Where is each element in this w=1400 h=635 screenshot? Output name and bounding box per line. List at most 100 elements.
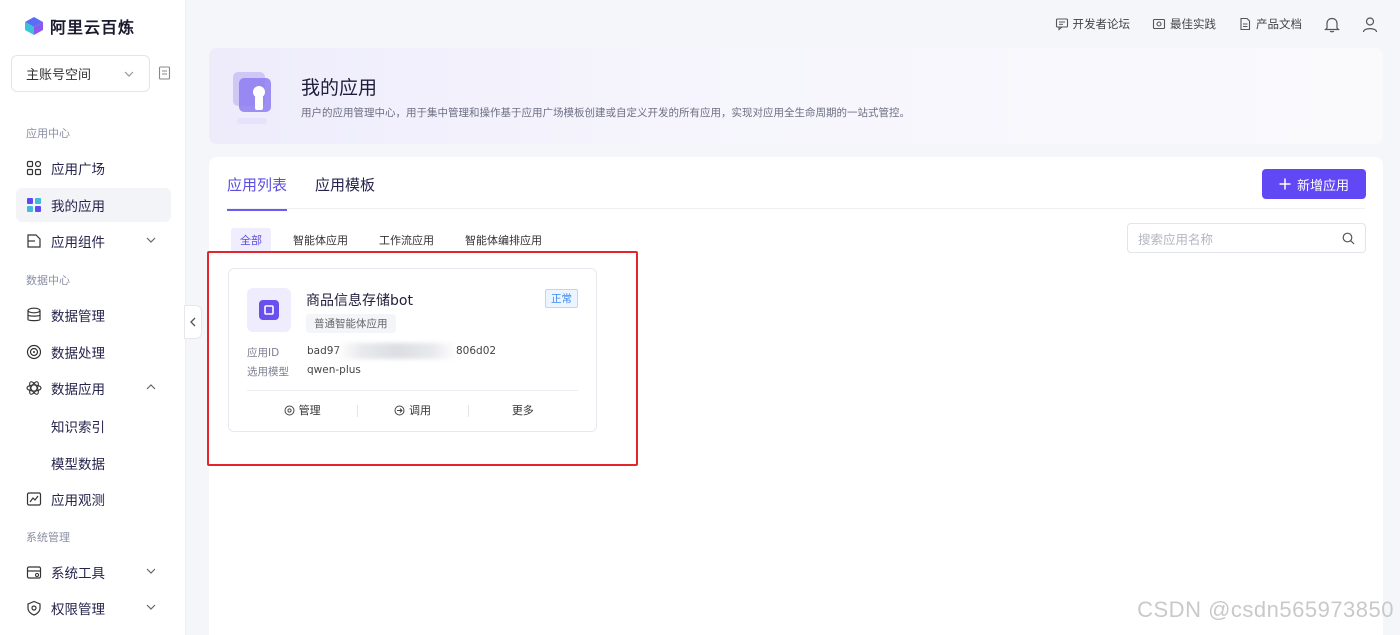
filter-agent-orchestration-apps[interactable]: 智能体编排应用 <box>456 228 551 252</box>
sidebar-collapse-button[interactable] <box>184 305 202 339</box>
new-app-label: 新增应用 <box>1296 178 1349 194</box>
sidebar-item-label: 数据处理 <box>51 346 105 362</box>
database-icon <box>27 307 41 322</box>
workspace-select[interactable]: 主账号空间 <box>11 55 150 92</box>
app-id-label: 应用ID <box>247 347 280 359</box>
chevron-left-icon <box>190 317 196 327</box>
page-header: 我的应用 用户的应用管理中心，用于集中管理和操作基于应用广场模板创建或自定义开发… <box>209 48 1383 144</box>
chevron-down-icon <box>146 237 156 243</box>
section-app-center: 应用中心 <box>26 127 70 140</box>
tab-app-list[interactable]: 应用列表 <box>227 174 288 211</box>
status-badge: 正常 <box>545 289 578 308</box>
filter-agent-apps[interactable]: 智能体应用 <box>284 228 357 252</box>
bailian-logo-icon <box>25 17 43 35</box>
sidebar-item-permissions[interactable]: 权限管理 <box>16 591 171 625</box>
user-icon[interactable] <box>1362 16 1378 33</box>
my-apps-illustration-icon <box>233 72 271 124</box>
toolbox-icon <box>26 566 42 579</box>
app-avatar <box>247 288 291 332</box>
search-input[interactable]: 搜索应用名称 <box>1127 223 1366 253</box>
sidebar-item-data-apps[interactable]: 数据应用 <box>16 371 171 405</box>
sidebar-item-label: 系统工具 <box>51 566 105 582</box>
sidebar-item-label: 数据管理 <box>51 309 105 325</box>
invoke-button[interactable]: 调用 <box>357 402 467 418</box>
model-label: 选用模型 <box>247 366 289 378</box>
more-label: 更多 <box>511 404 534 417</box>
tab-app-templates[interactable]: 应用模板 <box>315 174 375 211</box>
manage-button[interactable]: 管理 <box>247 402 357 418</box>
app-card[interactable]: 商品信息存储bot 普通智能体应用 正常 应用ID bad97 806d02 选… <box>228 268 597 432</box>
sidebar-item-label: 应用观测 <box>51 493 105 509</box>
new-app-button[interactable]: 新增应用 <box>1262 169 1366 199</box>
sidebar-item-label: 应用组件 <box>51 235 105 251</box>
forum-icon <box>1055 18 1068 31</box>
top-link-label: 开发者论坛 <box>1072 17 1131 31</box>
sidebar-item-system-tools[interactable]: 系统工具 <box>16 555 171 589</box>
sidebar-item-app-square[interactable]: 应用广场 <box>16 151 171 185</box>
best-practice-link[interactable]: 最佳实践 <box>1152 16 1216 32</box>
plus-icon <box>1279 178 1291 190</box>
type-filters: 全部 智能体应用 工作流应用 智能体编排应用 <box>231 228 560 252</box>
developer-forum-link[interactable]: 开发者论坛 <box>1055 16 1131 32</box>
apps-icon <box>27 198 41 212</box>
chevron-down-icon <box>146 568 156 574</box>
app-id-prefix: bad97 <box>307 345 341 357</box>
page-title: 我的应用 <box>301 77 378 99</box>
sidebar: 阿里云百炼 主账号空间 应用中心 应用广场 我的应用 应用组件 数据中心 数据管… <box>0 0 186 635</box>
model-value: qwen-plus <box>307 364 361 376</box>
section-system-management: 系统管理 <box>26 531 70 544</box>
grid-icon <box>26 160 42 176</box>
watermark: CSDN @csdn565973850 <box>1137 597 1394 622</box>
invoke-label: 调用 <box>408 404 431 417</box>
filter-workflow-apps[interactable]: 工作流应用 <box>370 228 443 252</box>
sidebar-item-data-processing[interactable]: 数据处理 <box>16 335 171 369</box>
search-placeholder: 搜索应用名称 <box>1138 231 1214 247</box>
arrow-circle-icon <box>394 405 405 415</box>
top-link-label: 产品文档 <box>1256 17 1302 31</box>
brand-logo[interactable]: 阿里云百炼 <box>24 14 135 38</box>
sidebar-item-label: 我的应用 <box>51 199 105 215</box>
filter-all[interactable]: 全部 <box>231 228 271 252</box>
chevron-up-icon <box>146 384 156 390</box>
bell-icon[interactable] <box>1324 16 1340 33</box>
chevron-down-icon <box>146 604 156 610</box>
sidebar-item-label: 数据应用 <box>51 382 105 398</box>
monitor-icon <box>26 492 42 506</box>
workspace-label: 主账号空间 <box>26 68 92 83</box>
shield-icon <box>27 600 41 616</box>
search-icon[interactable] <box>1342 232 1355 245</box>
sidebar-item-app-components[interactable]: 应用组件 <box>16 224 171 258</box>
app-name[interactable]: 商品信息存储bot <box>306 290 413 310</box>
manage-label: 管理 <box>298 404 321 417</box>
app-type-tag: 普通智能体应用 <box>306 314 396 333</box>
top-link-label: 最佳实践 <box>1170 17 1216 31</box>
redacted-mask <box>337 343 457 359</box>
card-divider <box>247 390 578 391</box>
tabs-divider <box>227 208 1365 209</box>
tabs: 应用列表 应用模板 <box>227 174 375 211</box>
top-bar: 开发者论坛 最佳实践 产品文档 <box>187 0 1400 48</box>
more-button[interactable]: 更多 <box>467 402 578 418</box>
app-id-suffix: 806d02 <box>456 345 497 357</box>
chevron-down-icon <box>124 71 134 77</box>
page-description: 用户的应用管理中心，用于集中管理和操作基于应用广场模板创建或自定义开发的所有应用… <box>301 107 910 119</box>
workspace-doc-icon[interactable] <box>158 66 171 80</box>
sidebar-item-data-management[interactable]: 数据管理 <box>16 298 171 332</box>
bot-app-icon <box>259 300 279 320</box>
sidebar-subitem-knowledge-index[interactable]: 知识索引 <box>51 416 105 436</box>
card-actions: 管理 调用 更多 <box>247 402 578 418</box>
spiral-icon <box>26 344 42 360</box>
sidebar-item-label: 权限管理 <box>51 602 105 618</box>
sidebar-item-my-apps[interactable]: 我的应用 <box>16 188 171 222</box>
settings-icon <box>284 405 295 415</box>
sidebar-subitem-model-data[interactable]: 模型数据 <box>51 453 105 473</box>
sidebar-item-app-observe[interactable]: 应用观测 <box>16 482 171 516</box>
section-data-center: 数据中心 <box>26 274 70 287</box>
sidebar-item-label: 应用广场 <box>51 162 105 178</box>
doc-icon <box>1240 17 1251 31</box>
component-icon <box>27 234 41 248</box>
brand-name: 阿里云百炼 <box>50 18 136 37</box>
product-docs-link[interactable]: 产品文档 <box>1238 16 1302 32</box>
practice-icon <box>1152 18 1166 30</box>
atom-icon <box>26 381 42 395</box>
